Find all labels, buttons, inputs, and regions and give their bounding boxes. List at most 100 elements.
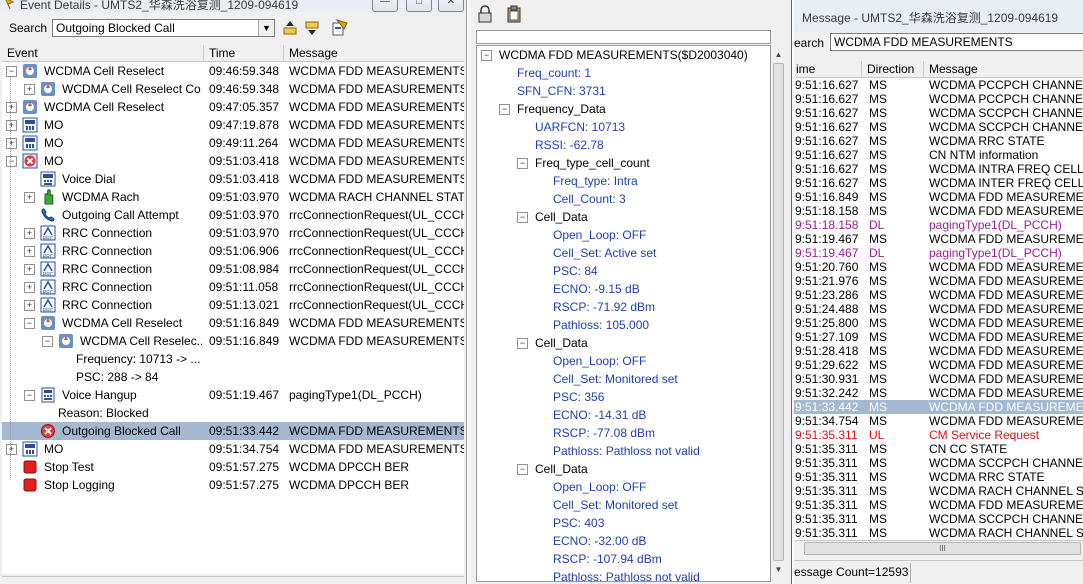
event-row[interactable]: + RRC RRC Connection 09:51:11.058 rrcConnect…	[2, 278, 464, 296]
event-row[interactable]: Frequency: 10713 -> ...	[2, 350, 464, 368]
message-hscroll-thumb[interactable]: III	[804, 542, 1081, 555]
event-row[interactable]: + WCDMA Cell Reselect 09:47:05.357 WCDMA FD…	[2, 98, 464, 116]
message-search-input[interactable]: WCDMA FDD MEASUREMENTS	[830, 33, 1083, 51]
message-row[interactable]: 9:51:27.109 MS WCDMA FDD MEASUREMENT	[794, 330, 1083, 344]
message-hscrollbar[interactable]: III	[794, 540, 1083, 555]
decode-node[interactable]: WCDMA FDD MEASUREMENTS($D2003040)	[499, 46, 748, 64]
message-row[interactable]: 9:51:21.976 MS WCDMA FDD MEASUREMENT	[794, 274, 1083, 288]
message-row[interactable]: 9:51:16.627 MS WCDMA INTRA FREQ CELL LIS	[794, 162, 1083, 176]
decode-field[interactable]: Pathloss: Pathloss not valid	[553, 568, 700, 581]
message-row[interactable]: 9:51:19.467 MS WCDMA FDD MEASUREMENT	[794, 232, 1083, 246]
decode-field[interactable]: Cell_Count: 3	[553, 190, 626, 208]
decode-field[interactable]: Open_Loop: OFF	[553, 226, 646, 244]
message-row[interactable]: 9:51:16.627 MS WCDMA INTER FREQ CELL LIS	[794, 176, 1083, 190]
decode-tree[interactable]: − WCDMA FDD MEASUREMENTS($D2003040) Freq_c…	[476, 45, 771, 582]
collapse-icon[interactable]: −	[517, 338, 528, 349]
message-row[interactable]: 9:51:33.442 MS WCDMA FDD MEASUREMENT	[794, 400, 1083, 414]
decode-node[interactable]: Cell_Data	[535, 208, 588, 226]
event-row[interactable]: − WCDMA Cell Reselec... 09:51:16.849 WCDMA …	[2, 332, 464, 350]
collapse-icon[interactable]: −	[517, 158, 528, 169]
event-row[interactable]: Outgoing Call Attempt 09:51:03.970 rrcConn…	[2, 206, 464, 224]
event-settings-icon[interactable]	[331, 19, 349, 37]
event-row[interactable]: + RRC RRC Connection 09:51:03.970 rrcConnect…	[2, 224, 464, 242]
collapse-icon[interactable]: −	[6, 66, 17, 77]
message-row[interactable]: 9:51:18.158 MS WCDMA FDD MEASUREMENT	[794, 204, 1083, 218]
scroll-down-icon[interactable]: ▼	[771, 562, 786, 578]
expand-icon[interactable]: +	[24, 192, 35, 203]
decode-search-bar[interactable]	[476, 30, 771, 44]
event-row[interactable]: + RRC RRC Connection 09:51:06.906 rrcConnect…	[2, 242, 464, 260]
expand-icon[interactable]: +	[24, 84, 35, 95]
event-row[interactable]: + MO 09:51:34.754 WCDMA FDD MEASUREMENTS	[2, 440, 464, 458]
lock-icon[interactable]	[476, 5, 494, 23]
collapse-icon[interactable]: −	[481, 50, 492, 61]
scroll-up-icon[interactable]: ▲	[771, 47, 786, 63]
message-row[interactable]: 9:51:16.627 MS CN NTM information	[794, 148, 1083, 162]
message-row[interactable]: 9:51:25.800 MS WCDMA FDD MEASUREMENT	[794, 316, 1083, 330]
event-tree-list[interactable]: − WCDMA Cell Reselect 09:46:59.348 WCDMA FD…	[2, 62, 464, 574]
event-row[interactable]: − MO 09:51:03.418 WCDMA FDD MEASUREMENTS	[2, 152, 464, 170]
event-row[interactable]: Stop Test 09:51:57.275 WCDMA DPCCH BER	[2, 458, 464, 476]
decode-node[interactable]: Cell_Data	[535, 334, 588, 352]
event-row[interactable]: + WCDMA Cell Reselect Co... 09:46:59.348 WC…	[2, 80, 464, 98]
column-header-message[interactable]: Message	[924, 61, 1083, 77]
message-list[interactable]: 9:51:16.627MSWCDMA PCCPCH CHANNEL ST9:51…	[794, 78, 1083, 540]
decode-field[interactable]: ECNO: -14.31 dB	[553, 406, 646, 424]
message-row[interactable]: 9:51:20.760 MS WCDMA FDD MEASUREMENT	[794, 260, 1083, 274]
collapse-icon[interactable]: −	[24, 318, 35, 329]
decode-field[interactable]: Freq_type: Intra	[553, 172, 638, 190]
event-row[interactable]: + RRC RRC Connection 09:51:08.984 rrcConnect…	[2, 260, 464, 278]
decode-field[interactable]: SFN_CFN: 3731	[517, 82, 606, 100]
message-row[interactable]: 9:51:30.931 MS WCDMA FDD MEASUREMENT	[794, 372, 1083, 386]
decode-field[interactable]: Cell_Set: Monitored set	[553, 496, 678, 514]
decode-node[interactable]: Freq_type_cell_count	[535, 154, 650, 172]
message-row[interactable]: 9:51:16.627 MS WCDMA SCCPCH CHANNEL ST	[794, 106, 1083, 120]
maximize-button[interactable]: □	[406, 0, 432, 12]
column-header-time[interactable]: ime	[794, 61, 862, 77]
column-header-time[interactable]: Time	[204, 45, 284, 61]
event-row[interactable]: − WCDMA Cell Reselect 09:51:16.849 WCDMA FD…	[2, 314, 464, 332]
clipboard-icon[interactable]	[505, 5, 523, 23]
message-row[interactable]: 9:51:32.242 MS WCDMA FDD MEASUREMENT	[794, 386, 1083, 400]
column-header-direction[interactable]: Direction	[862, 61, 924, 77]
decode-field[interactable]: RSCP: -107.94 dBm	[553, 550, 662, 568]
event-row[interactable]: + RRC RRC Connection 09:51:13.021 rrcConnect…	[2, 296, 464, 314]
event-row[interactable]: Outgoing Blocked Call 09:51:33.442 WCDMA F…	[2, 422, 464, 440]
decode-field[interactable]: Open_Loop: OFF	[553, 478, 646, 496]
message-row[interactable]: 9:51:35.311 MS WCDMA RRC STATE	[794, 470, 1083, 484]
collapse-icon[interactable]: −	[517, 464, 528, 475]
decode-vscrollbar[interactable]: ▲ ▼	[771, 45, 786, 580]
decode-node[interactable]: Frequency_Data	[517, 100, 606, 118]
event-hscrollbar[interactable]	[2, 576, 464, 584]
collapse-icon[interactable]: −	[24, 390, 35, 401]
message-row[interactable]: 9:51:16.627 MS WCDMA RRC STATE	[794, 134, 1083, 148]
message-row[interactable]: 9:51:19.467 DL pagingType1(DL_PCCH)	[794, 246, 1083, 260]
expand-icon[interactable]: +	[24, 246, 35, 257]
message-row[interactable]: 9:51:18.158 DL pagingType1(DL_PCCH)	[794, 218, 1083, 232]
decode-field[interactable]: RSSI: -62.78	[535, 136, 604, 154]
message-row[interactable]: 9:51:35.311 MS WCDMA FDD MEASUREMENT	[794, 498, 1083, 512]
message-row[interactable]: 9:51:35.311 UL CM Service Request	[794, 428, 1083, 442]
decode-field[interactable]: PSC: 84	[553, 262, 598, 280]
collapse-icon[interactable]: −	[499, 104, 510, 115]
decode-field[interactable]: ECNO: -9.15 dB	[553, 280, 640, 298]
message-row[interactable]: 9:51:16.627 MS WCDMA PCCPCH CHANNEL ST	[794, 78, 1083, 92]
decode-field[interactable]: PSC: 403	[553, 514, 604, 532]
message-row[interactable]: 9:51:16.849 MS WCDMA FDD MEASUREMENT	[794, 190, 1083, 204]
message-row[interactable]: 9:51:35.311 MS WCDMA RACH CHANNEL STA	[794, 526, 1083, 540]
message-row[interactable]: 9:51:24.488 MS WCDMA FDD MEASUREMENT	[794, 302, 1083, 316]
event-row[interactable]: − WCDMA Cell Reselect 09:46:59.348 WCDMA FD…	[2, 62, 464, 80]
event-row[interactable]: + MO 09:49:11.264 WCDMA FDD MEASUREMENTS	[2, 134, 464, 152]
collapse-icon[interactable]: −	[517, 212, 528, 223]
event-row[interactable]: Stop Logging 09:51:57.275 WCDMA DPCCH BER	[2, 476, 464, 494]
event-search-combo[interactable]: Outgoing Blocked Call ▼	[52, 19, 275, 37]
event-row[interactable]: PSC: 288 -> 84	[2, 368, 464, 386]
decode-field[interactable]: Freq_count: 1	[517, 64, 591, 82]
expand-icon[interactable]: +	[6, 138, 17, 149]
column-header-message[interactable]: Message	[284, 45, 464, 61]
message-row[interactable]: 9:51:16.627 MS WCDMA PCCPCH CHANNEL ST	[794, 92, 1083, 106]
decode-field[interactable]: Cell_Set: Active set	[553, 244, 656, 262]
decode-field[interactable]: Pathloss: Pathloss not valid	[553, 442, 700, 460]
decode-field[interactable]: UARFCN: 10713	[535, 118, 625, 136]
expand-icon[interactable]: +	[24, 264, 35, 275]
